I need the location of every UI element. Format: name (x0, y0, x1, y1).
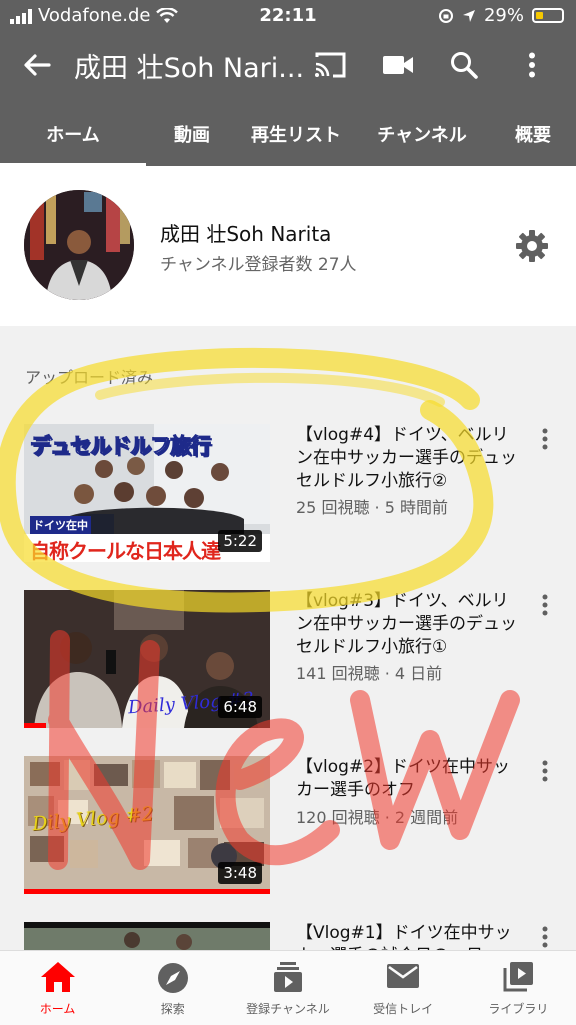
video-item[interactable]: 【Vlog#1】ドイツ在中サッカー選手の試合日の一日 (0, 922, 576, 950)
nav-library[interactable]: ライブラリ (461, 951, 576, 1025)
video-item[interactable]: Dily Vlog #2 3:48 【vlog#2】ドイツ在中サッカー選手のオフ… (0, 756, 576, 906)
nav-subscriptions-label: 登録チャンネル (246, 1002, 330, 1016)
video-duration: 5:22 (218, 530, 262, 552)
nav-inbox[interactable]: 受信トレイ (346, 951, 461, 1025)
channel-name: 成田 壮Soh Narita (160, 222, 332, 246)
channel-avatar[interactable] (24, 190, 134, 300)
video-meta: 120 回視聴 · 2 週間前 (296, 808, 459, 827)
rotation-lock-icon (438, 8, 453, 23)
nav-inbox-label: 受信トレイ (373, 1002, 434, 1016)
tab-channels[interactable]: チャンネル (354, 102, 490, 166)
thumbnail-headline: デュセルドルフ旅行 (30, 434, 212, 459)
subscriptions-icon (273, 962, 302, 992)
back-arrow-icon[interactable] (18, 46, 56, 84)
explore-icon (157, 963, 188, 993)
tab-playlists[interactable]: 再生リスト (238, 102, 354, 166)
video-meta: 25 回視聴 · 5 時間前 (296, 498, 448, 517)
tab-videos[interactable]: 動画 (146, 102, 238, 166)
video-thumbnail[interactable]: デュセルドルフ旅行 ドイツ在中 自称クールな日本人達 5:22 (24, 424, 270, 562)
channel-tabs: ホーム 動画 再生リスト チャンネル 概要 (0, 102, 576, 166)
watch-progress-bar (24, 889, 270, 894)
video-thumbnail[interactable]: Dily Vlog #2 3:48 (24, 756, 270, 894)
tab-about[interactable]: 概要 (490, 102, 576, 166)
video-more-icon[interactable] (536, 926, 554, 948)
video-item[interactable]: デュセルドルフ旅行 ドイツ在中 自称クールな日本人達 5:22 【vlog#4】… (0, 424, 576, 574)
video-duration: 3:48 (218, 862, 262, 884)
subscriber-count: チャンネル登録者数 27人 (160, 255, 357, 275)
video-thumbnail[interactable]: Daily Vlog #3 6:48 (24, 590, 270, 728)
channel-header: 成田 壮Soh Narita チャンネル登録者数 27人 (0, 166, 576, 326)
watch-progress-bar (24, 723, 46, 728)
video-item[interactable]: Daily Vlog #3 6:48 【vlog#3】ドイツ、ベルリン在中サッカ… (0, 590, 576, 740)
video-thumbnail[interactable] (24, 922, 270, 950)
thumbnail-tag: ドイツ在中 (30, 516, 91, 534)
status-bar: Vodafone.de 22:11 29% (0, 0, 576, 32)
app-bar: 成田 壮Soh Nari... ホーム 動画 再生リスト チャンネル 概要 (0, 32, 576, 166)
video-camera-icon[interactable] (380, 46, 416, 84)
video-title[interactable]: 【vlog#2】ドイツ在中サッカー選手のオフ (296, 756, 524, 802)
nav-home[interactable]: ホーム (0, 951, 115, 1025)
video-title[interactable]: 【vlog#4】ドイツ、ベルリン在中サッカー選手のデュッセルドルフ小旅行② (296, 424, 524, 493)
uploads-section-title: アップロード済み (25, 368, 154, 387)
library-icon (503, 962, 534, 992)
battery-icon (532, 8, 564, 23)
inbox-icon (387, 964, 420, 988)
more-vert-icon[interactable] (520, 46, 544, 84)
nav-home-label: ホーム (39, 1002, 76, 1016)
video-more-icon[interactable] (536, 760, 554, 782)
nav-explore[interactable]: 探索 (115, 951, 230, 1025)
video-duration: 6:48 (218, 696, 262, 718)
search-icon[interactable] (446, 46, 482, 84)
nav-subscriptions[interactable]: 登録チャンネル (230, 951, 345, 1025)
thumbnail-caption: 自称クールな日本人達 (30, 539, 221, 562)
video-more-icon[interactable] (536, 428, 554, 450)
nav-library-label: ライブラリ (488, 1002, 549, 1016)
video-title[interactable]: 【Vlog#1】ドイツ在中サッカー選手の試合日の一日 (296, 922, 524, 950)
nav-explore-label: 探索 (160, 1002, 185, 1016)
video-title[interactable]: 【vlog#3】ドイツ、ベルリン在中サッカー選手のデュッセルドルフ小旅行① (296, 590, 524, 659)
tab-home[interactable]: ホーム (0, 102, 146, 166)
bottom-navigation: ホーム 探索 登録チャンネル 受信トレイ ライブラリ (0, 950, 576, 1025)
settings-gear-icon[interactable] (514, 228, 550, 264)
home-icon (40, 962, 75, 992)
cast-icon[interactable] (310, 46, 350, 84)
channel-title: 成田 壮Soh Nari... (74, 53, 305, 84)
video-more-icon[interactable] (536, 594, 554, 616)
video-meta: 141 回視聴 · 4 日前 (296, 664, 443, 683)
battery-percent: 29% (483, 5, 524, 26)
location-icon (462, 9, 475, 22)
